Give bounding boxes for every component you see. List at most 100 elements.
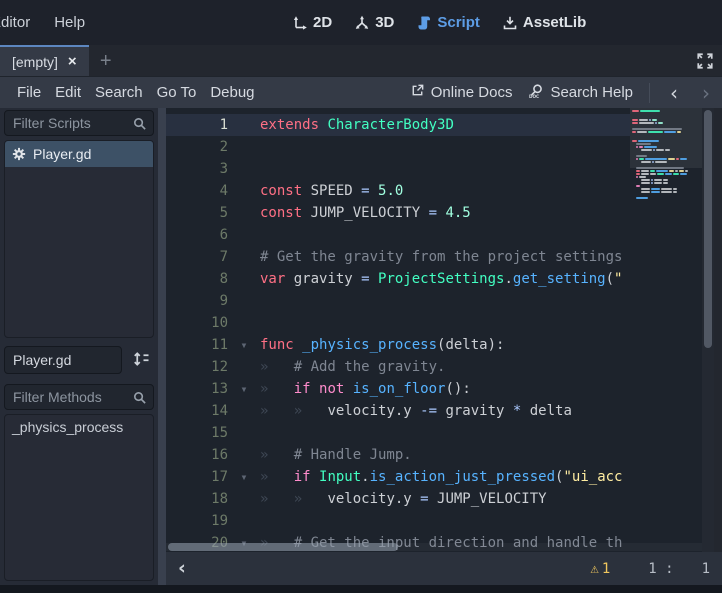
code-line[interactable]: 9 <box>166 290 630 312</box>
vertical-scrollbar-thumb[interactable] <box>704 110 712 348</box>
sidebar-splitter[interactable] <box>158 108 166 585</box>
menu-bar-right: Online Docs DOC Search Help ‹ › <box>410 83 714 103</box>
line-number[interactable]: 12 <box>166 356 228 378</box>
code-line[interactable]: 12» # Add the gravity. <box>166 356 630 378</box>
code-line[interactable]: 19 <box>166 510 630 532</box>
menu-file[interactable]: File <box>10 84 48 101</box>
expand-icon[interactable] <box>694 50 716 72</box>
sort-methods-button[interactable] <box>128 346 154 374</box>
line-number[interactable]: 17 <box>166 466 228 488</box>
fold-gutter <box>228 180 260 202</box>
horizontal-scrollbar-thumb[interactable] <box>168 543 398 551</box>
minimap-line <box>636 167 702 169</box>
history-back-button[interactable]: ‹ <box>666 83 682 103</box>
minimap-line <box>632 137 702 139</box>
method-list-item[interactable]: _physics_process <box>5 415 153 439</box>
minimap-line <box>641 188 702 190</box>
code-text: const JUMP_VELOCITY = 4.5 <box>260 202 471 224</box>
code-line[interactable]: 4const SPEED = 5.0 <box>166 180 630 202</box>
code-area[interactable]: 1 extends CharacterBody3D 234const SPEED =… <box>166 108 630 552</box>
code-line[interactable]: 5 const JUMP_VELOCITY = 4.5 <box>166 202 630 224</box>
code-line[interactable]: 15 <box>166 422 630 444</box>
line-number[interactable]: 1 <box>166 114 228 136</box>
line-number[interactable]: 5 <box>166 202 228 224</box>
line-number[interactable]: 14 <box>166 400 228 422</box>
minimap[interactable] <box>630 108 702 552</box>
script-list-item[interactable]: Player.gd <box>5 141 153 167</box>
menu-search[interactable]: Search <box>88 84 150 101</box>
line-number[interactable]: 3 <box>166 158 228 180</box>
line-number[interactable]: 6 <box>166 224 228 246</box>
history-forward-button[interactable]: › <box>698 83 714 103</box>
code-text: # Get the gravity from the project setti… <box>260 246 622 268</box>
menu-edit[interactable]: Edit <box>48 84 88 101</box>
line-number[interactable]: 2 <box>166 136 228 158</box>
code-line[interactable]: 14» » velocity.y -= gravity * delta <box>166 400 630 422</box>
workspace-3d-button[interactable]: 3D <box>348 10 400 35</box>
line-number[interactable]: 16 <box>166 444 228 466</box>
cursor-line: 1 : <box>648 561 673 577</box>
fold-arrow-icon[interactable]: ▾ <box>228 466 260 488</box>
scripts-sidebar: Player.gd _physics_process <box>0 108 158 585</box>
code-text: extends CharacterBody3D <box>260 114 454 136</box>
code-line[interactable]: 13▾» if not is_on_floor(): <box>166 378 630 400</box>
vertical-scrollbar[interactable] <box>702 108 714 552</box>
line-number[interactable]: 19 <box>166 510 228 532</box>
code-line[interactable]: 17▾» if Input.is_action_just_pressed("ui… <box>166 466 630 488</box>
code-line[interactable]: 11▾func _physics_process(delta): <box>166 334 630 356</box>
new-tab-button[interactable]: + <box>89 45 123 76</box>
code-line[interactable]: 7 # Get the gravity from the project sett… <box>166 246 630 268</box>
code-text: » if Input.is_action_just_pressed("ui_ac… <box>260 466 623 488</box>
workspace-script-button[interactable]: Script <box>410 10 486 35</box>
3d-axes-icon <box>354 15 370 31</box>
cursor-column: 1 <box>702 561 710 577</box>
line-number[interactable]: 18 <box>166 488 228 510</box>
close-icon[interactable]: × <box>68 54 77 69</box>
line-number[interactable]: 7 <box>166 246 228 268</box>
menu-editor[interactable]: Editor <box>0 14 30 31</box>
scripts-list: Player.gd <box>4 140 154 338</box>
2d-axes-icon <box>292 15 308 31</box>
workspace-2d-button[interactable]: 2D <box>286 10 338 35</box>
minimap-line <box>632 140 702 142</box>
line-number[interactable]: 8 <box>166 268 228 290</box>
code-line[interactable]: 18 » » velocity.y = JUMP_VELOCITY <box>166 488 630 510</box>
fold-gutter <box>228 202 260 224</box>
search-help-button[interactable]: DOC Search Help <box>528 83 633 103</box>
code-line[interactable]: 10 <box>166 312 630 334</box>
line-number[interactable]: 13 <box>166 378 228 400</box>
fold-arrow-icon[interactable]: ▾ <box>228 378 260 400</box>
code-line[interactable]: 1 extends CharacterBody3D <box>166 114 630 136</box>
online-docs-button[interactable]: Online Docs <box>410 83 513 102</box>
search-icon <box>132 116 147 131</box>
code-text: » » velocity.y = JUMP_VELOCITY <box>260 488 547 510</box>
code-line[interactable]: 6 <box>166 224 630 246</box>
minimap-line <box>632 128 702 130</box>
fold-gutter <box>228 356 260 378</box>
fold-gutter <box>228 136 260 158</box>
horizontal-scrollbar[interactable] <box>166 543 702 551</box>
code-line[interactable]: 8var gravity = ProjectSettings.get_setti… <box>166 268 630 290</box>
code-line[interactable]: 16» # Handle Jump. <box>166 444 630 466</box>
fold-gutter <box>228 312 260 334</box>
code-line[interactable]: 3 <box>166 158 630 180</box>
fold-arrow-icon[interactable]: ▾ <box>228 334 260 356</box>
tab-empty-scene[interactable]: [empty] × <box>0 45 89 76</box>
fold-gutter <box>228 158 260 180</box>
minimap-line <box>636 173 702 175</box>
collapse-sidebar-button[interactable]: ‹ <box>174 559 190 578</box>
current-script-name[interactable] <box>4 346 122 374</box>
line-number[interactable]: 10 <box>166 312 228 334</box>
minimap-line <box>632 113 702 115</box>
warnings-badge[interactable]: ⚠ 1 <box>590 561 610 577</box>
line-number[interactable]: 15 <box>166 422 228 444</box>
workspace-assetlib-button[interactable]: AssetLib <box>496 10 592 35</box>
line-number[interactable]: 11 <box>166 334 228 356</box>
menu-debug[interactable]: Debug <box>203 84 261 101</box>
menu-goto[interactable]: Go To <box>150 84 204 101</box>
line-number[interactable]: 4 <box>166 180 228 202</box>
line-number[interactable]: 9 <box>166 290 228 312</box>
script-menu-bar: File Edit Search Go To Debug Online Docs <box>0 76 722 108</box>
menu-help[interactable]: Help <box>54 14 85 31</box>
code-line[interactable]: 2 <box>166 136 630 158</box>
